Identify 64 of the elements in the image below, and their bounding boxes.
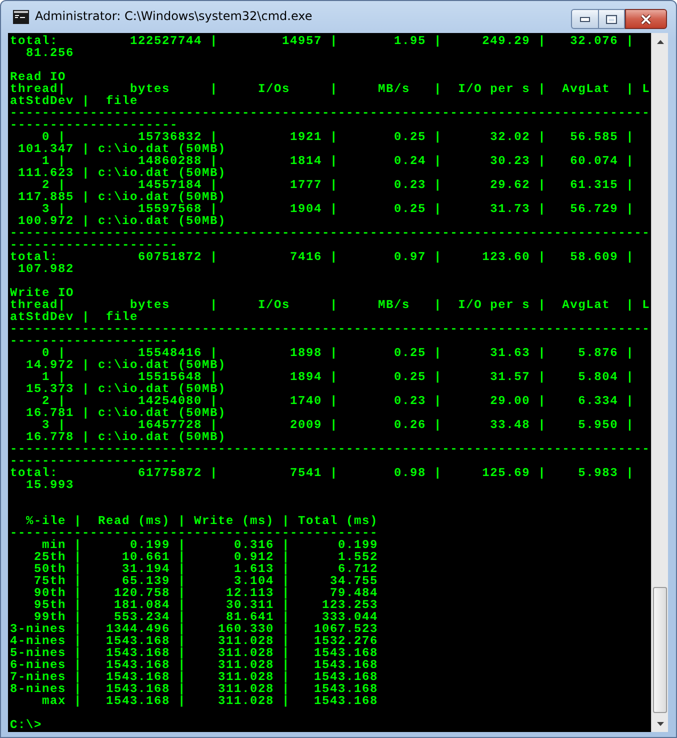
console-app-icon	[13, 10, 29, 24]
console-line: atStdDev | file	[10, 311, 138, 323]
console-line: 3 | 16457728 | 2009 | 0.26 | 33.48 | 5.950 |	[41, 419, 634, 431]
console-line: --------------------------------------------------------------------------------	[10, 443, 650, 455]
minimize-button[interactable]	[571, 9, 598, 29]
maximize-button[interactable]	[598, 9, 625, 29]
console-line: 8-nines | 1543.168 | 311.028 | 1543.168	[10, 683, 378, 695]
console-line: ----------------------------------------------	[10, 527, 378, 539]
console-line: 25th | 10.661 | 0.912 | 1.552	[33, 551, 378, 563]
window-title: Administrator: C:\Windows\system32\cmd.exe	[35, 9, 314, 23]
console-line: 50th | 31.194 | 1.613 | 6.712	[33, 563, 378, 575]
console-line: 2 | 14557184 | 1777 | 0.23 | 29.62 | 61.315 |	[41, 179, 634, 191]
up-arrow-icon	[656, 40, 664, 44]
console-line: 2 | 14254080 | 1740 | 0.23 | 29.00 | 6.334 |	[41, 395, 634, 407]
console-line: 101.347 | c:\io.dat (50MB)	[17, 143, 226, 155]
console-line: Read IO	[10, 71, 66, 83]
console-line: 95th | 181.084 | 30.311 | 123.253	[33, 599, 378, 611]
console-line: 107.982	[17, 263, 74, 275]
console-line: 3-nines | 1344.496 | 160.330 | 1067.523	[10, 623, 378, 635]
minimize-icon	[580, 16, 590, 22]
console-line: 16.781 | c:\io.dat (50MB)	[25, 407, 226, 419]
console-line: 5-nines | 1543.168 | 311.028 | 1543.168	[10, 647, 378, 659]
console-line: 75th | 65.139 | 3.104 | 34.755	[33, 575, 378, 587]
close-button[interactable]	[625, 9, 667, 29]
console-line: 117.885 | c:\io.dat (50MB)	[17, 191, 226, 203]
console-line: 111.623 | c:\io.dat (50MB)	[17, 167, 226, 179]
console-line: 15.993	[25, 479, 74, 491]
console-line: --------------------------------------------------------------------------------	[10, 107, 650, 119]
console-line: total: 60751872 | 7416 | 0.97 | 123.60 | 58.609 |	[10, 251, 634, 263]
console-line: thread| bytes | I/Os | MB/s | I/O per s | AvgLat | L	[10, 299, 650, 311]
console-line: --------------------------------------------------------------------------------	[10, 227, 650, 239]
console-line: C:\>	[10, 719, 42, 731]
console-line: --------------------------------------------------------------------------------	[10, 323, 650, 335]
console-line: 99th | 553.234 | 81.641 | 333.044	[34, 611, 378, 623]
console-line: ---------------------	[10, 335, 178, 347]
console-line: 4-nines | 1543.168 | 311.028 | 1532.276	[10, 635, 378, 647]
console-line: ---------------------	[10, 455, 178, 467]
console-line: 14.972 | c:\io.dat (50MB)	[25, 359, 226, 371]
console-line: thread| bytes | I/Os | MB/s | I/O per s | AvgLat | L	[10, 83, 650, 95]
console-line: 0 | 15736832 | 1921 | 0.25 | 32.02 | 56.585 |	[41, 131, 634, 143]
console-line: total: 122527744 | 14957 | 1.95 | 249.29 | 32.076 |	[10, 35, 634, 47]
console-line: 1 | 15515648 | 1894 | 0.25 | 31.57 | 5.804 |	[41, 371, 634, 383]
console-line: 90th | 120.758 | 12.113 | 79.484	[33, 587, 378, 599]
console-line: 3 | 15597568 | 1904 | 0.25 | 31.73 | 56.729 |	[41, 203, 634, 215]
console-line: 100.972 | c:\io.dat (50MB)	[17, 215, 226, 227]
console-line: %-ile | Read (ms) | Write (ms) | Total (ms)	[25, 515, 378, 527]
console-line: 1 | 14860288 | 1814 | 0.24 | 30.23 | 60.074 |	[41, 155, 634, 167]
console-line: ---------------------	[10, 119, 178, 131]
console-line: atStdDev | file	[10, 95, 138, 107]
console-line: max | 1543.168 | 311.028 | 1543.168	[41, 695, 378, 707]
down-arrow-icon	[656, 722, 664, 726]
close-icon	[640, 14, 652, 24]
console-line: total: 61775872 | 7541 | 0.98 | 125.69 | 5.983 |	[10, 467, 634, 479]
console-line: 7-nines | 1543.168 | 311.028 | 1543.168	[10, 671, 378, 683]
console-line: 16.778 | c:\io.dat (50MB)	[25, 431, 226, 443]
console-line: 0 | 15548416 | 1898 | 0.25 | 31.63 | 5.876 |	[41, 347, 634, 359]
console-line: 15.373 | c:\io.dat (50MB)	[25, 383, 226, 395]
console-line: 6-nines | 1543.168 | 311.028 | 1543.168	[10, 659, 378, 671]
console-line: 81.256	[25, 47, 74, 59]
scroll-thumb[interactable]	[653, 587, 667, 713]
console-line: Write IO	[10, 287, 74, 299]
maximize-icon	[606, 14, 617, 24]
console-line: ---------------------	[10, 239, 178, 251]
console-line: min | 0.199 | 0.316 | 0.199	[42, 539, 378, 551]
